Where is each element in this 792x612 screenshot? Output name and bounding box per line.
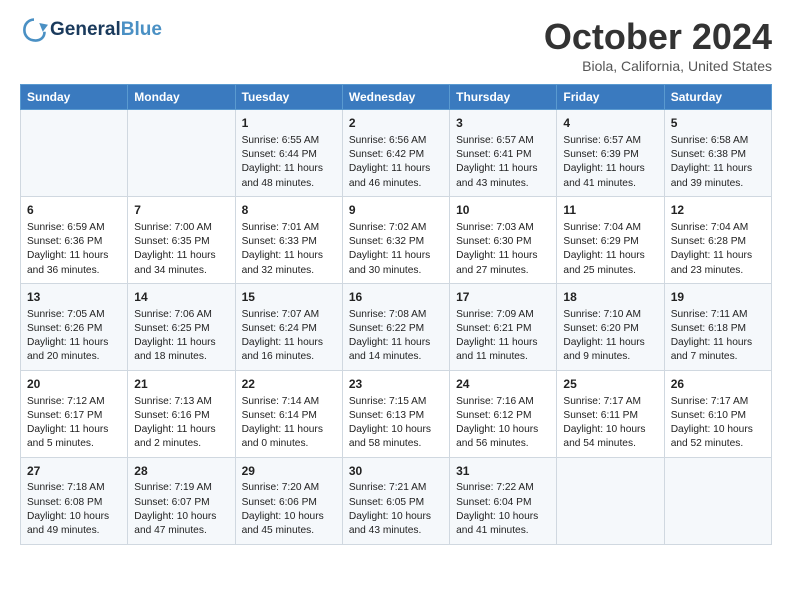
calendar-cell: 10Sunrise: 7:03 AMSunset: 6:30 PMDayligh… — [450, 196, 557, 283]
day-number: 31 — [456, 463, 550, 480]
day-header: Monday — [128, 85, 235, 110]
calendar-cell: 16Sunrise: 7:08 AMSunset: 6:22 PMDayligh… — [342, 283, 449, 370]
month-title: October 2024 — [544, 16, 772, 58]
calendar-cell: 17Sunrise: 7:09 AMSunset: 6:21 PMDayligh… — [450, 283, 557, 370]
day-number: 16 — [349, 289, 443, 306]
header: GeneralBlue October 2024 Biola, Californ… — [20, 16, 772, 74]
calendar-cell: 5Sunrise: 6:58 AMSunset: 6:38 PMDaylight… — [664, 110, 771, 197]
calendar-cell — [557, 457, 664, 544]
day-number: 1 — [242, 115, 336, 132]
day-number: 10 — [456, 202, 550, 219]
calendar-week-row: 13Sunrise: 7:05 AMSunset: 6:26 PMDayligh… — [21, 283, 772, 370]
day-number: 29 — [242, 463, 336, 480]
calendar-cell: 6Sunrise: 6:59 AMSunset: 6:36 PMDaylight… — [21, 196, 128, 283]
calendar-page: GeneralBlue October 2024 Biola, Californ… — [0, 0, 792, 555]
day-number: 6 — [27, 202, 121, 219]
calendar-cell: 21Sunrise: 7:13 AMSunset: 6:16 PMDayligh… — [128, 370, 235, 457]
calendar-cell: 9Sunrise: 7:02 AMSunset: 6:32 PMDaylight… — [342, 196, 449, 283]
calendar-table: SundayMondayTuesdayWednesdayThursdayFrid… — [20, 84, 772, 545]
calendar-cell: 29Sunrise: 7:20 AMSunset: 6:06 PMDayligh… — [235, 457, 342, 544]
day-number: 17 — [456, 289, 550, 306]
calendar-cell: 1Sunrise: 6:55 AMSunset: 6:44 PMDaylight… — [235, 110, 342, 197]
logo-icon — [20, 16, 48, 44]
calendar-cell: 11Sunrise: 7:04 AMSunset: 6:29 PMDayligh… — [557, 196, 664, 283]
calendar-cell: 7Sunrise: 7:00 AMSunset: 6:35 PMDaylight… — [128, 196, 235, 283]
day-number: 12 — [671, 202, 765, 219]
calendar-cell: 12Sunrise: 7:04 AMSunset: 6:28 PMDayligh… — [664, 196, 771, 283]
day-number: 4 — [563, 115, 657, 132]
calendar-week-row: 1Sunrise: 6:55 AMSunset: 6:44 PMDaylight… — [21, 110, 772, 197]
day-number: 21 — [134, 376, 228, 393]
calendar-cell — [21, 110, 128, 197]
calendar-week-row: 27Sunrise: 7:18 AMSunset: 6:08 PMDayligh… — [21, 457, 772, 544]
day-number: 27 — [27, 463, 121, 480]
day-header: Tuesday — [235, 85, 342, 110]
day-number: 28 — [134, 463, 228, 480]
day-header: Wednesday — [342, 85, 449, 110]
calendar-cell: 26Sunrise: 7:17 AMSunset: 6:10 PMDayligh… — [664, 370, 771, 457]
day-number: 24 — [456, 376, 550, 393]
calendar-week-row: 6Sunrise: 6:59 AMSunset: 6:36 PMDaylight… — [21, 196, 772, 283]
day-number: 7 — [134, 202, 228, 219]
calendar-cell: 2Sunrise: 6:56 AMSunset: 6:42 PMDaylight… — [342, 110, 449, 197]
title-block: October 2024 Biola, California, United S… — [544, 16, 772, 74]
calendar-cell: 28Sunrise: 7:19 AMSunset: 6:07 PMDayligh… — [128, 457, 235, 544]
day-number: 3 — [456, 115, 550, 132]
header-row: SundayMondayTuesdayWednesdayThursdayFrid… — [21, 85, 772, 110]
calendar-week-row: 20Sunrise: 7:12 AMSunset: 6:17 PMDayligh… — [21, 370, 772, 457]
calendar-cell: 3Sunrise: 6:57 AMSunset: 6:41 PMDaylight… — [450, 110, 557, 197]
logo-text: GeneralBlue — [50, 20, 162, 41]
day-number: 22 — [242, 376, 336, 393]
calendar-cell: 18Sunrise: 7:10 AMSunset: 6:20 PMDayligh… — [557, 283, 664, 370]
day-number: 20 — [27, 376, 121, 393]
calendar-cell: 25Sunrise: 7:17 AMSunset: 6:11 PMDayligh… — [557, 370, 664, 457]
calendar-cell: 27Sunrise: 7:18 AMSunset: 6:08 PMDayligh… — [21, 457, 128, 544]
day-number: 14 — [134, 289, 228, 306]
day-header: Friday — [557, 85, 664, 110]
calendar-cell: 22Sunrise: 7:14 AMSunset: 6:14 PMDayligh… — [235, 370, 342, 457]
calendar-cell: 4Sunrise: 6:57 AMSunset: 6:39 PMDaylight… — [557, 110, 664, 197]
day-number: 13 — [27, 289, 121, 306]
day-number: 26 — [671, 376, 765, 393]
day-header: Saturday — [664, 85, 771, 110]
day-number: 8 — [242, 202, 336, 219]
day-number: 25 — [563, 376, 657, 393]
day-number: 30 — [349, 463, 443, 480]
day-number: 9 — [349, 202, 443, 219]
day-number: 5 — [671, 115, 765, 132]
calendar-cell: 13Sunrise: 7:05 AMSunset: 6:26 PMDayligh… — [21, 283, 128, 370]
day-number: 23 — [349, 376, 443, 393]
calendar-cell: 8Sunrise: 7:01 AMSunset: 6:33 PMDaylight… — [235, 196, 342, 283]
logo: GeneralBlue — [20, 16, 162, 44]
calendar-cell: 19Sunrise: 7:11 AMSunset: 6:18 PMDayligh… — [664, 283, 771, 370]
day-header: Sunday — [21, 85, 128, 110]
day-number: 18 — [563, 289, 657, 306]
location-subtitle: Biola, California, United States — [544, 58, 772, 74]
calendar-cell: 15Sunrise: 7:07 AMSunset: 6:24 PMDayligh… — [235, 283, 342, 370]
calendar-cell: 14Sunrise: 7:06 AMSunset: 6:25 PMDayligh… — [128, 283, 235, 370]
calendar-cell — [128, 110, 235, 197]
calendar-cell: 20Sunrise: 7:12 AMSunset: 6:17 PMDayligh… — [21, 370, 128, 457]
calendar-cell: 23Sunrise: 7:15 AMSunset: 6:13 PMDayligh… — [342, 370, 449, 457]
day-number: 11 — [563, 202, 657, 219]
calendar-cell: 30Sunrise: 7:21 AMSunset: 6:05 PMDayligh… — [342, 457, 449, 544]
day-number: 15 — [242, 289, 336, 306]
calendar-cell — [664, 457, 771, 544]
calendar-cell: 31Sunrise: 7:22 AMSunset: 6:04 PMDayligh… — [450, 457, 557, 544]
calendar-cell: 24Sunrise: 7:16 AMSunset: 6:12 PMDayligh… — [450, 370, 557, 457]
day-number: 2 — [349, 115, 443, 132]
day-header: Thursday — [450, 85, 557, 110]
day-number: 19 — [671, 289, 765, 306]
